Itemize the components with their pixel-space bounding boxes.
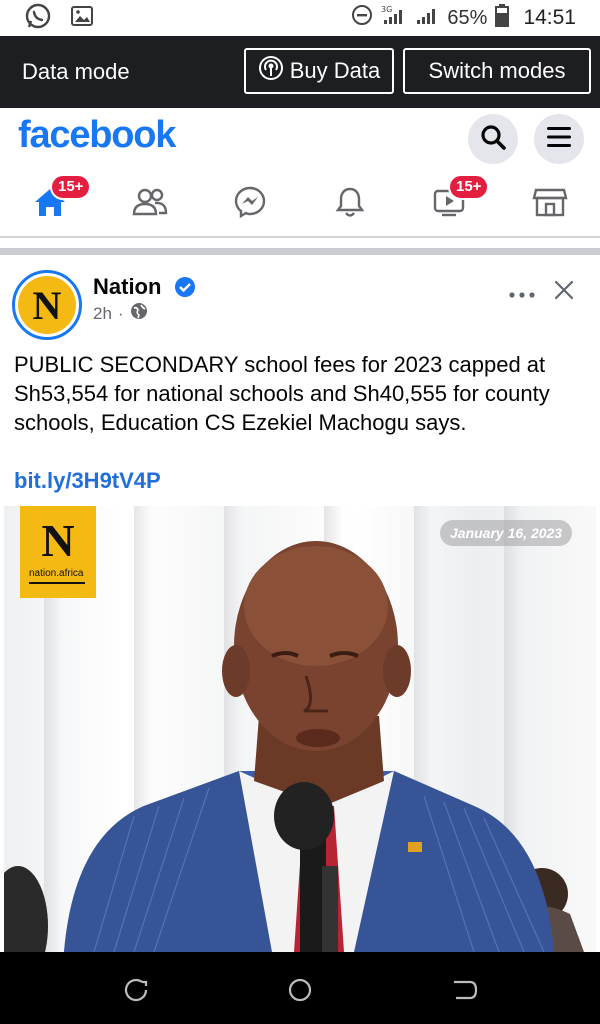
facebook-logo[interactable]: facebook [18, 114, 176, 157]
search-icon [479, 123, 507, 156]
bell-icon [335, 185, 365, 224]
post-meta: 2h · [93, 302, 148, 325]
buy-data-label: Buy Data [289, 58, 381, 83]
home-circle-icon [288, 978, 312, 1002]
video-notification-badge: 15+ [448, 174, 490, 200]
system-nav-bar [0, 952, 600, 1024]
post-time: 2h [93, 303, 112, 323]
tab-video[interactable]: 15+ [420, 174, 490, 232]
signal-3g-icon: 3G [381, 4, 407, 32]
globe-icon [130, 302, 148, 325]
svg-text:3G: 3G [381, 5, 392, 14]
page-avatar[interactable]: N [12, 270, 82, 340]
battery-icon [495, 3, 510, 33]
feed-separator [0, 248, 600, 255]
signal-broadcast-icon [258, 55, 284, 87]
friends-icon [131, 186, 169, 223]
nation-africa-logo: N nation.africa [20, 506, 96, 598]
app-header: facebook [0, 108, 600, 172]
more-dots-icon [509, 292, 535, 298]
main-nav: 15+ 15+ [0, 172, 600, 238]
buy-data-button[interactable]: Buy Data [244, 48, 394, 94]
close-icon [554, 280, 574, 300]
more-options-button[interactable] [508, 280, 536, 306]
hamburger-menu-icon [545, 125, 573, 154]
back-icon [454, 980, 478, 1000]
data-mode-label: Data mode [22, 59, 130, 84]
status-bar: 3G 65% 14:51 [0, 0, 600, 36]
tab-home[interactable]: 15+ [20, 174, 92, 232]
switch-modes-label: Switch modes [428, 58, 566, 83]
tab-messenger[interactable] [220, 176, 280, 232]
image-date-label: January 16, 2023 [440, 520, 573, 546]
recents-button[interactable] [122, 976, 150, 1004]
logo-text: nation.africa [29, 568, 84, 579]
tab-notifications[interactable] [320, 176, 380, 232]
post-link[interactable]: bit.ly/3H9tV4P [14, 468, 161, 494]
post-body: PUBLIC SECONDARY school fees for 2023 ca… [14, 352, 550, 435]
dot-separator: · [117, 303, 124, 323]
logo-underline [29, 582, 85, 584]
data-mode-bar: Data mode Buy Data Switch modes [0, 36, 600, 108]
avatar-letter: N [18, 276, 76, 334]
home-notification-badge: 15+ [50, 174, 92, 200]
back-button[interactable] [450, 976, 478, 1004]
verified-badge-icon [174, 276, 196, 303]
search-button[interactable] [468, 114, 518, 164]
hide-post-button[interactable] [552, 278, 576, 307]
post-image[interactable]: N nation.africa January 16, 2023 [4, 506, 596, 952]
nav-divider [0, 236, 600, 238]
menu-button[interactable] [534, 114, 584, 164]
clock: 14:51 [523, 6, 576, 29]
messenger-icon [233, 185, 267, 224]
whatsapp-icon [24, 2, 52, 35]
tab-friends[interactable] [120, 176, 180, 232]
feed-post: N Nation 2h · PUBLIC SECONDARY school fe… [0, 258, 600, 952]
signal-icon [415, 4, 439, 32]
marketplace-icon [532, 186, 568, 223]
switch-modes-button[interactable]: Switch modes [403, 48, 591, 94]
recents-icon [124, 978, 148, 1002]
battery-percent: 65% [447, 6, 488, 29]
dnd-icon [351, 4, 373, 32]
home-button[interactable] [286, 976, 314, 1004]
gallery-icon [70, 4, 94, 33]
tab-marketplace[interactable] [520, 176, 580, 232]
post-author[interactable]: Nation [93, 274, 161, 300]
logo-letter: N [41, 515, 75, 566]
